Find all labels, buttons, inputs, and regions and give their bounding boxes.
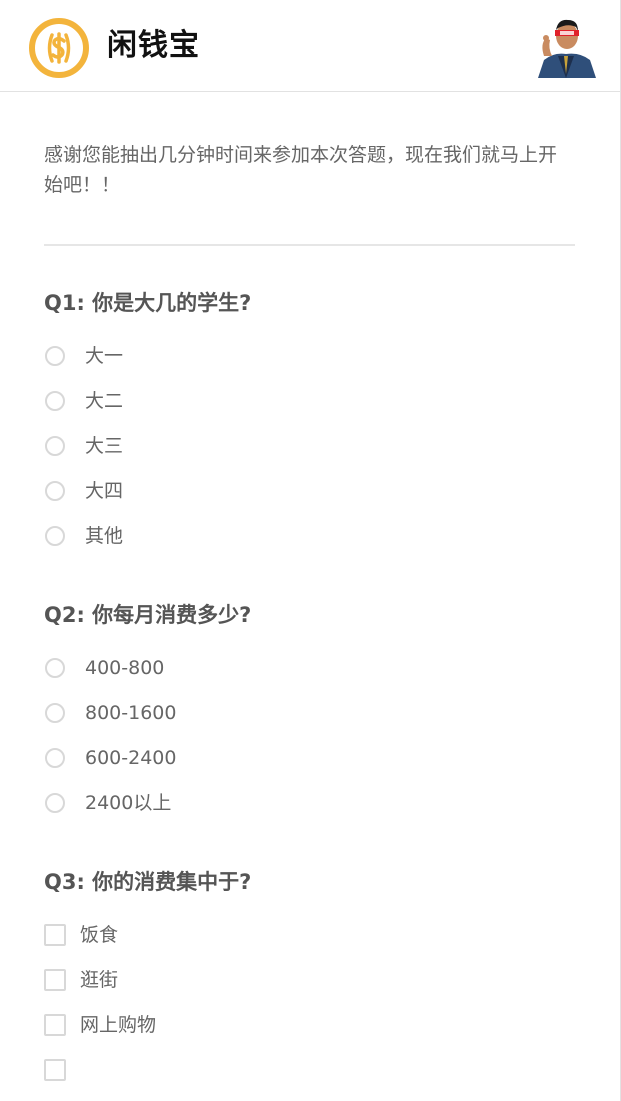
option-spend-2400-plus[interactable]: 2400以上 [44, 780, 575, 825]
option-shopping-street[interactable]: 逛街 [44, 957, 575, 1002]
radio-button[interactable] [45, 435, 65, 456]
checkbox[interactable] [44, 1013, 66, 1036]
question-1: Q1: 你是大几的学生? 大一 大二 大三 大四 其他 [44, 288, 575, 558]
option-spend-600-2400[interactable]: 600-2400 [44, 735, 575, 780]
option-online-shopping[interactable]: 网上购物 [44, 1002, 575, 1047]
dollar-coin-icon [29, 18, 89, 78]
user-avatar[interactable] [536, 16, 597, 78]
option-label: 800-1600 [85, 701, 177, 724]
option-grade-3[interactable]: 大三 [44, 423, 575, 468]
radio-button[interactable] [45, 747, 65, 768]
radio-button[interactable] [45, 345, 65, 366]
question-title: Q1: 你是大几的学生? [44, 291, 252, 315]
option-grade-1[interactable]: 大一 [44, 333, 575, 378]
option-spend-400-800[interactable]: 400-800 [44, 645, 575, 690]
option-label: 400-800 [85, 656, 165, 679]
divider [44, 244, 575, 246]
checkbox[interactable] [44, 1058, 66, 1081]
option-label: 大四 [85, 479, 124, 502]
option-grade-other[interactable]: 其他 [44, 513, 575, 558]
checkbox[interactable] [44, 968, 66, 991]
option-food[interactable]: 饭食 [44, 912, 575, 957]
option-label: 大二 [85, 389, 124, 412]
question-3: Q3: 你的消费集中于? 饭食 逛街 网上购物 [44, 867, 575, 1092]
option-grade-4[interactable]: 大四 [44, 468, 575, 513]
app-name: 闲钱宝 [107, 28, 200, 63]
radio-button[interactable] [45, 525, 65, 546]
option-label: 600-2400 [85, 746, 177, 769]
question-title: Q3: 你的消费集中于? [44, 870, 252, 894]
radio-button[interactable] [45, 480, 65, 501]
radio-button[interactable] [45, 657, 65, 678]
intro-text: 感谢您能抽出几分钟时间来参加本次答题，现在我们就马上开始吧！！ [44, 144, 558, 196]
top-header: 闲钱宝 [0, 0, 620, 92]
option-label: 大一 [85, 344, 124, 367]
option-spend-800-1600[interactable]: 800-1600 [44, 690, 575, 735]
option-grade-2[interactable]: 大二 [44, 378, 575, 423]
option-label: 逛街 [80, 968, 119, 991]
option-label: 网上购物 [80, 1013, 157, 1036]
option-label: 大三 [85, 434, 124, 457]
checkbox[interactable] [44, 923, 66, 946]
question-title: Q2: 你每月消费多少? [44, 603, 252, 627]
radio-button[interactable] [45, 792, 65, 813]
radio-button[interactable] [45, 702, 65, 723]
option-label: 饭食 [80, 923, 119, 946]
question-2: Q2: 你每月消费多少? 400-800 800-1600 600-2400 2… [44, 600, 575, 825]
radio-button[interactable] [45, 390, 65, 411]
survey-content: 感谢您能抽出几分钟时间来参加本次答题，现在我们就马上开始吧！！ Q1: 你是大几… [44, 140, 575, 1092]
option-label: 其他 [85, 524, 124, 547]
option-label: 2400以上 [85, 791, 172, 814]
option-next-cut-off[interactable] [44, 1047, 575, 1092]
